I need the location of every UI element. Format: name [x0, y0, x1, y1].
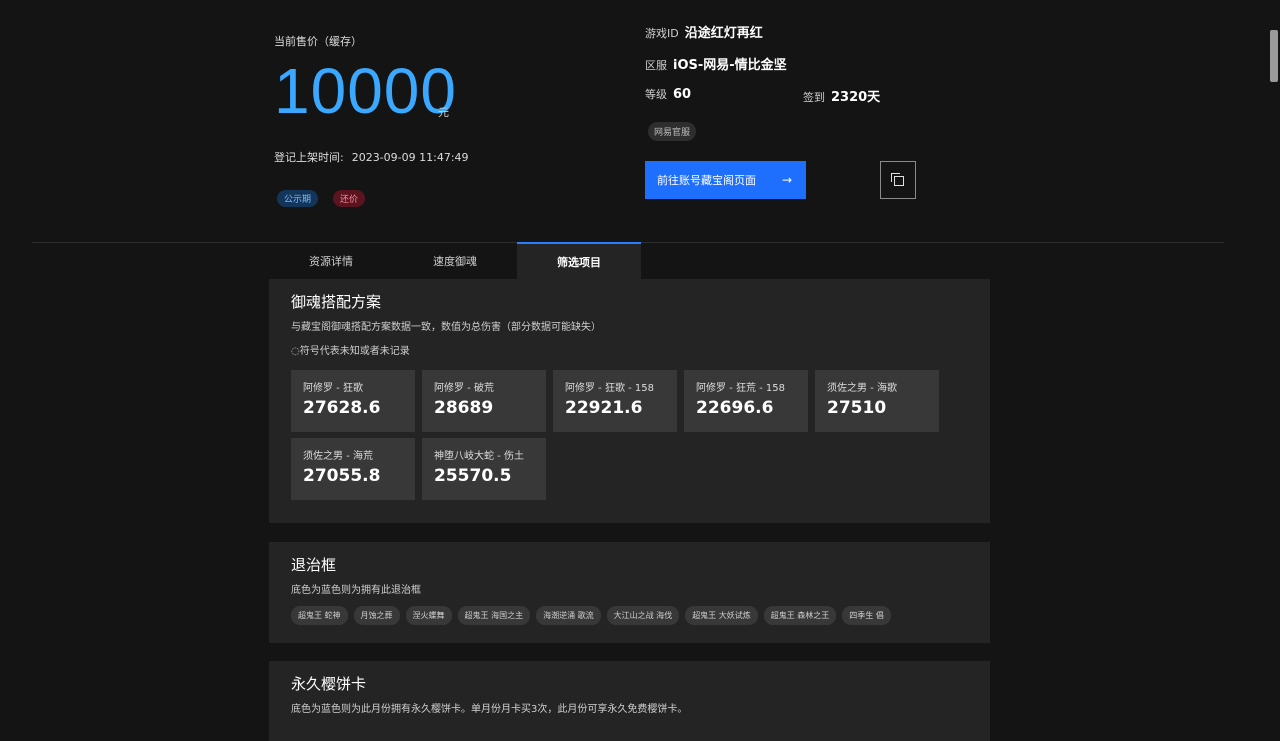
yuhun-card: 阿修罗 - 狂荒 - 158 22696.6 — [684, 370, 808, 432]
price-label: 当前售价（缓存） — [274, 35, 362, 48]
copy-button[interactable] — [880, 161, 916, 199]
official-server-tag: 网易官服 — [648, 122, 697, 141]
server-row: 区服 iOS-网易-情比金坚 — [645, 54, 787, 73]
goto-cbg-button[interactable]: 前往账号藏宝阁页面 → — [645, 161, 806, 199]
tab-speed-yuhun[interactable]: 速度御魂 — [393, 242, 517, 279]
price-value: 10000 — [274, 55, 457, 127]
sakura-panel: 永久樱饼卡 底色为蓝色则为此月份拥有永久樱饼卡。单月份月卡买3次，此月份可享永久… — [269, 661, 990, 741]
yuhun-note: ◌符号代表未知或者未记录 — [291, 346, 410, 357]
yuhun-card: 阿修罗 - 破荒 28689 — [422, 370, 546, 432]
yuhun-card-list: 阿修罗 - 狂歌 27628.6 阿修罗 - 破荒 28689 阿修罗 - 狂歌 -… — [291, 370, 951, 500]
signin-row: 签到 2320天 — [803, 86, 880, 105]
yuhun-card: 神堕八岐大蛇 - 伤土 25570.5 — [422, 438, 546, 500]
frame-chip: 超鬼王 海国之主 — [457, 606, 531, 625]
yuhun-card: 阿修罗 - 狂歌 - 158 22921.6 — [553, 370, 677, 432]
listed-time-row: 登记上架时间: 2023-09-09 11:47:49 — [274, 149, 469, 165]
server-value: iOS-网易-情比金坚 — [673, 58, 787, 73]
frame-chip: 四季生 倡 — [842, 606, 891, 625]
sakura-title: 永久樱饼卡 — [291, 675, 367, 693]
yuhun-card-name: 须佐之男 - 海荒 — [303, 451, 373, 462]
frames-title: 退治框 — [291, 556, 337, 574]
yuhun-card-value: 22921.6 — [565, 398, 643, 418]
yuhun-card-name: 阿修罗 - 破荒 — [434, 383, 494, 394]
scrollbar-thumb[interactable] — [1270, 30, 1278, 82]
arrow-right-icon: → — [781, 173, 792, 187]
game-id-label: 游戏ID — [645, 27, 679, 40]
listed-time-value: 2023-09-09 11:47:49 — [351, 151, 469, 164]
yuhun-card-value: 22696.6 — [696, 398, 774, 418]
frame-chip: 月蚀之葬 — [353, 606, 400, 625]
tab-filter-items[interactable]: 筛选项目 — [517, 242, 641, 279]
game-id-value: 沿途红灯再红 — [684, 26, 763, 41]
signin-label: 签到 — [803, 91, 825, 104]
signin-value: 2320天 — [831, 90, 881, 105]
price-unit: 元 — [438, 106, 449, 119]
frame-chip: 海潮逆涌 歌流 — [536, 606, 601, 625]
tab-resource-details[interactable]: 资源详情 — [269, 242, 393, 279]
yuhun-card-value: 25570.5 — [434, 466, 512, 486]
yuhun-card-name: 须佐之男 - 海歌 — [827, 383, 897, 394]
listed-time-label: 登记上架时间: — [274, 151, 344, 164]
goto-cbg-label: 前往账号藏宝阁页面 — [657, 174, 756, 187]
yuhun-panel: 御魂搭配方案 与藏宝阁御魂搭配方案数据一致，数值为总伤害（部分数据可能缺失） ◌… — [269, 279, 990, 523]
yuhun-card: 须佐之男 - 海荒 27055.8 — [291, 438, 415, 500]
frame-chip: 超鬼王 蛇神 — [291, 606, 348, 625]
yuhun-card-value: 27510 — [827, 398, 887, 418]
yuhun-card-name: 阿修罗 - 狂荒 - 158 — [696, 383, 786, 394]
yuhun-card-name: 神堕八岐大蛇 - 伤土 — [434, 451, 524, 462]
frames-desc: 底色为蓝色则为拥有此退治框 — [291, 585, 421, 596]
frame-chip: 超鬼王 大妖试炼 — [685, 606, 758, 625]
server-label: 区服 — [645, 59, 667, 72]
frame-chip: 涅火蝶舞 — [405, 606, 452, 625]
yuhun-desc: 与藏宝阁御魂搭配方案数据一致，数值为总伤害（部分数据可能缺失） — [291, 322, 601, 333]
yuhun-card-value: 28689 — [434, 398, 494, 418]
level-row: 等级 60 — [645, 86, 691, 102]
yuhun-title: 御魂搭配方案 — [291, 293, 382, 311]
game-id-row: 游戏ID 沿途红灯再红 — [645, 22, 763, 41]
yuhun-card-name: 阿修罗 - 狂歌 — [303, 383, 363, 394]
yuhun-card-value: 27055.8 — [303, 466, 381, 486]
yuhun-card-name: 阿修罗 - 狂歌 - 158 — [565, 383, 655, 394]
yuhun-card-value: 27628.6 — [303, 398, 381, 418]
tab-bar: 资源详情 速度御魂 筛选项目 — [269, 242, 641, 279]
yuhun-card: 阿修罗 - 狂歌 27628.6 — [291, 370, 415, 432]
copy-icon — [891, 173, 904, 186]
frame-chip: 大江山之战 海伐 — [606, 606, 680, 625]
frames-panel: 退治框 底色为蓝色则为拥有此退治框 超鬼王 蛇神 月蚀之葬 涅火蝶舞 超鬼王 海… — [269, 542, 990, 643]
frame-chip: 超鬼王 森林之王 — [763, 606, 837, 625]
level-label: 等级 — [645, 88, 667, 101]
bargain-tag: 还价 — [333, 190, 366, 207]
sakura-desc: 底色为蓝色则为此月份拥有永久樱饼卡。单月份月卡买3次，此月份可享永久免费樱饼卡。 — [291, 704, 688, 715]
publicity-tag: 公示期 — [277, 190, 319, 207]
level-value: 60 — [673, 87, 692, 102]
frames-chip-list: 超鬼王 蛇神 月蚀之葬 涅火蝶舞 超鬼王 海国之主 海潮逆涌 歌流 大江山之战 … — [291, 606, 968, 625]
yuhun-card: 须佐之男 - 海歌 27510 — [815, 370, 939, 432]
